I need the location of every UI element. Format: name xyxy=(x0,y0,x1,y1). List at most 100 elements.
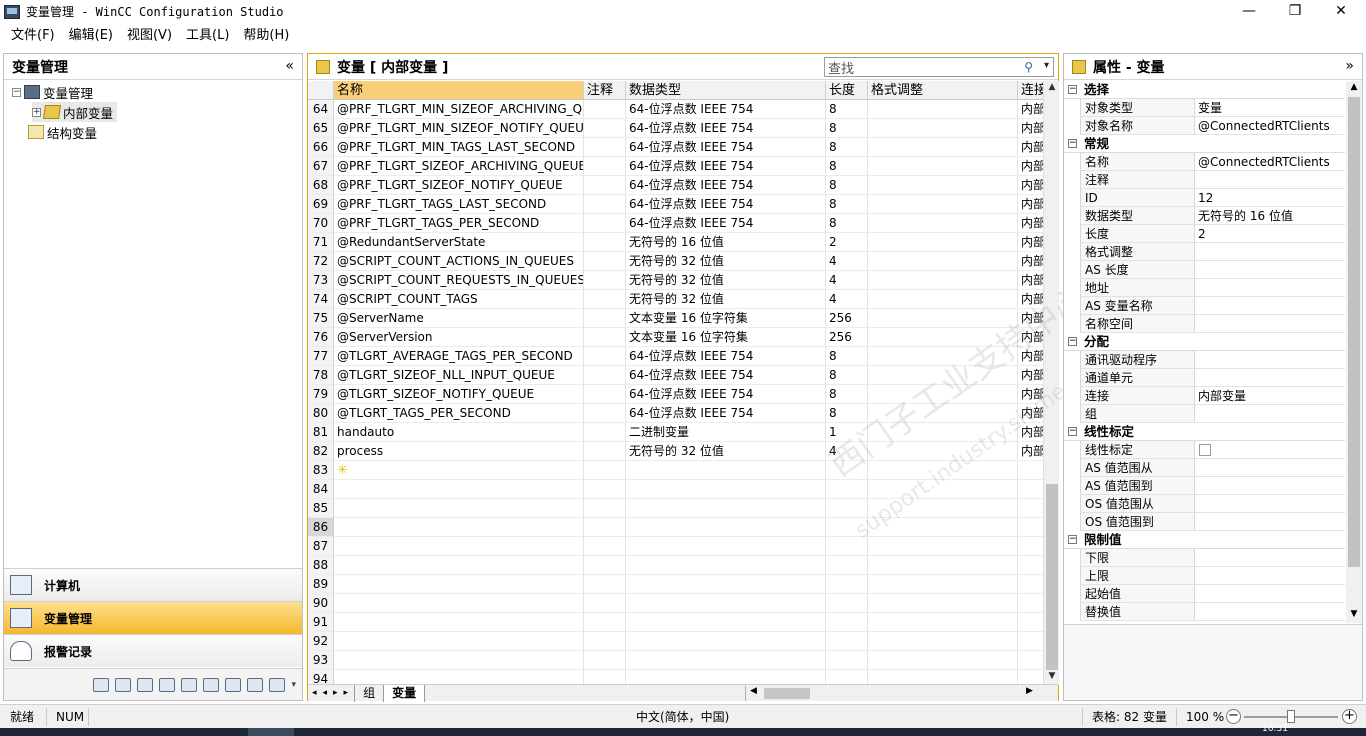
data-type-cell[interactable] xyxy=(626,461,826,480)
property-row[interactable]: 注释 xyxy=(1080,171,1345,189)
connection-cell[interactable]: 内部变量 xyxy=(1018,404,1044,423)
format-cell[interactable] xyxy=(868,290,1018,309)
tree-expand-toggle[interactable]: + xyxy=(32,107,41,117)
table-row[interactable]: 72 @SCRIPT_COUNT_ACTIONS_IN_QUEUES 无符号的 32… xyxy=(308,252,1044,271)
property-value[interactable] xyxy=(1195,459,1345,477)
comment-cell[interactable] xyxy=(584,594,626,613)
data-type-cell[interactable] xyxy=(626,556,826,575)
format-cell[interactable] xyxy=(868,442,1018,461)
comment-cell[interactable] xyxy=(584,556,626,575)
table-row[interactable]: 75@ServerName 文本变量 16 位字符集256 内部变量 xyxy=(308,309,1044,328)
data-type-cell[interactable]: 无符号的 32 位值 xyxy=(626,290,826,309)
data-type-cell[interactable]: 无符号的 32 位值 xyxy=(626,442,826,461)
format-cell[interactable] xyxy=(868,138,1018,157)
table-row[interactable]: 81handauto 二进制变量1 内部变量 xyxy=(308,423,1044,442)
tag-name-cell[interactable]: @TLGRT_TAGS_PER_SECOND xyxy=(334,404,584,423)
menu-view[interactable]: 视图(V) xyxy=(120,23,179,49)
length-cell[interactable] xyxy=(826,480,868,499)
property-row[interactable]: 名称空间 xyxy=(1080,315,1345,333)
comment-cell[interactable] xyxy=(584,233,626,252)
comment-cell[interactable] xyxy=(584,651,626,670)
length-cell[interactable]: 8 xyxy=(826,119,868,138)
length-cell[interactable] xyxy=(826,518,868,537)
vertical-scrollbar[interactable]: ▲ ▼ xyxy=(1043,81,1059,685)
table-row[interactable]: 82process 无符号的 32 位值4 内部变量 xyxy=(308,442,1044,461)
tag-name-cell[interactable]: @PRF_TLGRT_MIN_TAGS_LAST_SECOND xyxy=(334,138,584,157)
comment-cell[interactable] xyxy=(584,385,626,404)
comment-cell[interactable] xyxy=(584,347,626,366)
data-type-cell[interactable]: 64-位浮点数 IEEE 754 xyxy=(626,119,826,138)
table-row[interactable]: 80 @TLGRT_TAGS_PER_SECOND 64-位浮点数 IEEE 754… xyxy=(308,404,1044,423)
comment-column-header[interactable]: 注释 xyxy=(584,81,626,100)
scroll-up-icon[interactable]: ▲ xyxy=(1044,82,1060,92)
format-cell[interactable] xyxy=(868,252,1018,271)
table-row[interactable]: 90 xyxy=(308,594,1044,613)
property-value[interactable]: 无符号的 16 位值 xyxy=(1195,207,1345,225)
connection-cell[interactable]: 内部变量 xyxy=(1018,252,1044,271)
maximize-button[interactable]: ❐ xyxy=(1272,0,1318,23)
comment-cell[interactable] xyxy=(584,613,626,632)
data-type-cell[interactable] xyxy=(626,480,826,499)
format-cell[interactable] xyxy=(868,556,1018,575)
table-row[interactable]: 71@RedundantServerState 无符号的 16 位值2 内部变量 xyxy=(308,233,1044,252)
length-cell[interactable]: 8 xyxy=(826,195,868,214)
collapse-left-button[interactable]: « xyxy=(285,58,294,74)
format-cell[interactable] xyxy=(868,575,1018,594)
data-type-cell[interactable]: 文本变量 16 位字符集 xyxy=(626,309,826,328)
comment-cell[interactable] xyxy=(584,404,626,423)
data-type-cell[interactable] xyxy=(626,651,826,670)
property-value[interactable] xyxy=(1195,315,1345,333)
data-type-cell[interactable]: 无符号的 32 位值 xyxy=(626,271,826,290)
table-row[interactable]: 78 @TLGRT_SIZEOF_NLL_INPUT_QUEUE 64-位浮点数 I… xyxy=(308,366,1044,385)
length-cell[interactable] xyxy=(826,575,868,594)
format-cell[interactable] xyxy=(868,366,1018,385)
zoom-out-button[interactable]: − xyxy=(1226,709,1241,724)
connection-cell[interactable]: 内部变量 xyxy=(1018,347,1044,366)
table-row[interactable]: 93 xyxy=(308,651,1044,670)
horizontal-scrollbar[interactable]: ◀ ▶ xyxy=(745,686,1039,701)
table-row[interactable]: 74@SCRIPT_COUNT_TAGS 无符号的 32 位值4 内部变量 xyxy=(308,290,1044,309)
search-dropdown-icon[interactable]: ▾ xyxy=(1044,60,1049,71)
data-type-column-header[interactable]: 数据类型 xyxy=(626,81,826,100)
search-icon[interactable]: ⚲ xyxy=(1024,60,1033,74)
tab-navigation-arrows[interactable]: ◂◂▸▸ xyxy=(308,688,354,698)
format-cell[interactable] xyxy=(868,195,1018,214)
property-row[interactable]: 连接 内部变量 xyxy=(1080,387,1345,405)
connection-cell[interactable]: 内部变量 xyxy=(1018,385,1044,404)
data-type-cell[interactable]: 64-位浮点数 IEEE 754 xyxy=(626,195,826,214)
property-row[interactable]: 组 xyxy=(1080,405,1345,423)
tag-name-cell[interactable]: @TLGRT_SIZEOF_NOTIFY_QUEUE xyxy=(334,385,584,404)
comment-cell[interactable] xyxy=(584,632,626,651)
tag-name-cell[interactable]: handauto xyxy=(334,423,584,442)
connection-cell[interactable]: 内部变量 xyxy=(1018,157,1044,176)
connection-cell[interactable] xyxy=(1018,461,1044,480)
user-admin-icon[interactable] xyxy=(137,677,154,692)
length-cell[interactable] xyxy=(826,556,868,575)
connection-cell[interactable]: 内部变量 xyxy=(1018,233,1044,252)
table-row[interactable]: 67 @PRF_TLGRT_SIZEOF_ARCHIVING_QUEUE 64-位浮… xyxy=(308,157,1044,176)
connection-cell[interactable] xyxy=(1018,594,1044,613)
length-cell[interactable]: 8 xyxy=(826,385,868,404)
tag-name-cell[interactable]: @SCRIPT_COUNT_TAGS xyxy=(334,290,584,309)
tag-name-cell[interactable]: @PRF_TLGRT_MIN_SIZEOF_NOTIFY_QUEUE xyxy=(334,119,584,138)
table-row[interactable]: 88 xyxy=(308,556,1044,575)
comment-cell[interactable] xyxy=(584,442,626,461)
text-library-icon[interactable] xyxy=(225,677,242,692)
zoom-in-button[interactable]: + xyxy=(1342,709,1357,724)
data-type-cell[interactable]: 64-位浮点数 IEEE 754 xyxy=(626,404,826,423)
table-row[interactable]: 73 @SCRIPT_COUNT_REQUESTS_IN_QUEUES 无符号的 3… xyxy=(308,271,1044,290)
report-designer-icon[interactable] xyxy=(247,677,264,692)
table-row[interactable]: 84 xyxy=(308,480,1044,499)
length-cell[interactable]: 256 xyxy=(826,328,868,347)
table-row[interactable]: 89 xyxy=(308,575,1044,594)
connection-cell[interactable]: 内部变量 xyxy=(1018,423,1044,442)
length-cell[interactable]: 4 xyxy=(826,290,868,309)
property-value[interactable] xyxy=(1195,477,1345,495)
property-category[interactable]: − 线性标定 xyxy=(1064,423,1345,441)
property-value[interactable]: 12 xyxy=(1195,189,1345,207)
table-row[interactable]: 85 xyxy=(308,499,1044,518)
connection-cell[interactable]: 内部变量 xyxy=(1018,366,1044,385)
length-cell[interactable]: 4 xyxy=(826,271,868,290)
property-row[interactable]: 长度 2 xyxy=(1080,225,1345,243)
property-row[interactable]: 名称 @ConnectedRTClients xyxy=(1080,153,1345,171)
